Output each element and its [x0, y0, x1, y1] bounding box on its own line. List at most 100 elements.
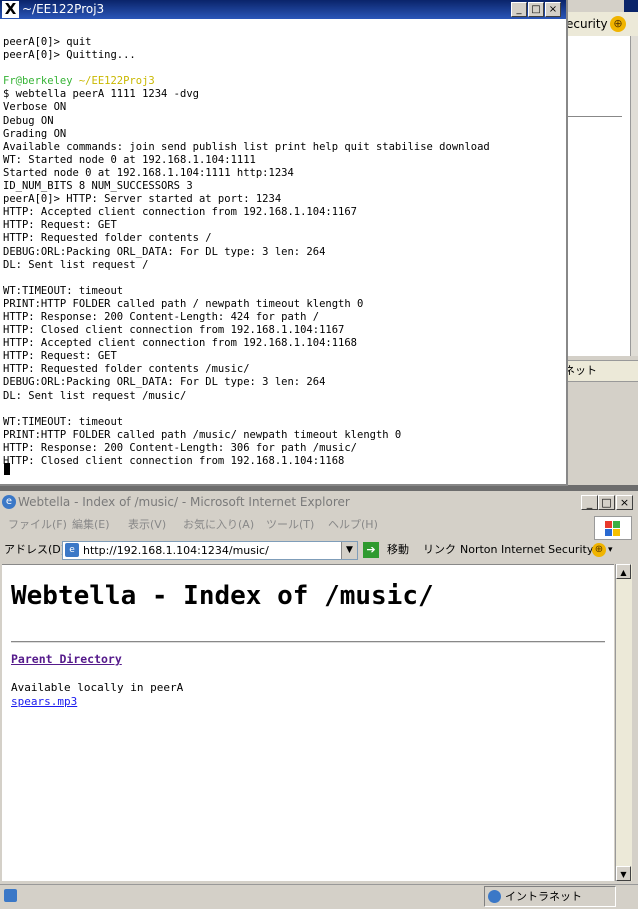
address-bar: アドレス(D) e http://192.168.1.104:1234/musi…: [0, 539, 638, 561]
terminal-line: HTTP: Accepted client connection from 19…: [3, 206, 490, 219]
links-button[interactable]: リンク: [423, 539, 456, 561]
terminal-line: HTTP: Closed client connection from 192.…: [3, 324, 490, 337]
globe-icon[interactable]: ⊕: [592, 543, 606, 557]
terminal-line: HTTP: Closed client connection from 192.…: [3, 455, 490, 468]
terminal-line-text: HTTP: Request: GET: [3, 219, 117, 232]
globe-dropdown-icon[interactable]: ▾: [608, 539, 613, 561]
available-locally-text: Available locally in peerA: [11, 681, 184, 694]
terminal-line-text: HTTP: Requested folder contents /music/: [3, 363, 250, 376]
terminal-line: peerA[0]> Quitting...: [3, 49, 490, 62]
background-toolbar: ecurity ⊕: [560, 12, 638, 37]
menu-favorites[interactable]: お気に入り(A): [183, 515, 254, 535]
terminal-line-text: Fr@berkeley: [3, 75, 79, 88]
terminal-line-text: Debug ON: [3, 114, 54, 127]
browser-window[interactable]: e Webtella - Index of /music/ - Microsof…: [0, 491, 638, 909]
go-label: 移動: [387, 543, 409, 556]
terminal-line: WT:TIMEOUT: timeout: [3, 416, 490, 429]
background-window: ecurity ⊕ ネット: [560, 0, 638, 485]
terminal-line: Grading ON: [3, 128, 490, 141]
menu-edit[interactable]: 編集(E): [72, 515, 110, 535]
terminal-line-text: HTTP: Request: GET: [3, 350, 117, 363]
terminal-line-text: HTTP: Requested folder contents /: [3, 232, 212, 245]
terminal-line-text: WT:TIMEOUT: timeout: [3, 415, 124, 428]
terminal-line-text: Grading ON: [3, 127, 67, 140]
terminal-line-text: DEBUG:ORL:Packing ORL_DATA: For DL type:…: [3, 245, 326, 258]
background-titlebar-fragment: [624, 0, 638, 12]
ie-logo-icon: e: [2, 495, 16, 509]
terminal-line: DL: Sent list request /: [3, 259, 490, 272]
scroll-down-icon[interactable]: ▼: [616, 866, 631, 881]
globe-icon[interactable]: ⊕: [610, 16, 626, 32]
terminal-line: DL: Sent list request /music/: [3, 390, 490, 403]
terminal-output[interactable]: peerA[0]> quit peerA[0]> Quitting... Fr@be…: [3, 36, 490, 468]
background-strip: [560, 384, 638, 392]
terminal-line: Available commands: join send publish li…: [3, 141, 490, 154]
terminal-line-text: peerA[0]> quit: [3, 36, 92, 48]
terminal-line-text: PRINT:HTTP FOLDER called path / newpath …: [3, 297, 364, 310]
terminal-line: $ webtella peerA 1111 1234 -dvg: [3, 88, 490, 101]
vertical-scrollbar[interactable]: ▲ ▼: [615, 564, 632, 881]
windows-logo-icon: [594, 516, 632, 540]
maximize-button[interactable]: □: [528, 2, 544, 17]
menu-file[interactable]: ファイル(F): [8, 515, 67, 535]
status-page-icon: [4, 889, 17, 902]
menu-help[interactable]: ヘルプ(H): [328, 515, 378, 535]
status-bar: イントラネット: [0, 884, 638, 907]
page-heading: Webtella - Index of /music/: [11, 581, 434, 611]
terminal-line-text: DEBUG:ORL:Packing ORL_DATA: For DL type:…: [3, 376, 326, 389]
page-icon: e: [65, 543, 79, 557]
terminal-line-text: peerA[0]> Quitting...: [3, 49, 136, 62]
terminal-line-text: HTTP: Response: 200 Content-Length: 306 …: [3, 441, 358, 454]
terminal-line: HTTP: Requested folder contents /music/: [3, 363, 490, 376]
close-button[interactable]: ×: [545, 2, 561, 17]
terminal-line: WT: Started node 0 at 192.168.1.104:1111: [3, 154, 490, 167]
parent-directory-link[interactable]: Parent Directory: [11, 652, 122, 666]
address-label: アドレス(D): [4, 543, 66, 556]
background-scrollbar[interactable]: [630, 36, 638, 356]
background-toolbar-text: ecurity: [566, 17, 608, 31]
scroll-up-icon[interactable]: ▲: [616, 564, 631, 579]
browser-maximize-button[interactable]: □: [598, 495, 615, 510]
terminal-line: Fr@berkeley ~/EE122Proj3: [3, 75, 490, 88]
norton-toolbar-label[interactable]: Norton Internet Security: [460, 539, 593, 561]
file-link[interactable]: spears.mp3: [11, 695, 77, 708]
security-zone: イントラネット: [484, 886, 616, 907]
terminal-line: HTTP: Accepted client connection from 19…: [3, 337, 490, 350]
go-button[interactable]: ➔ 移動: [363, 541, 413, 559]
terminal-line-text: HTTP: Response: 200 Content-Length: 424 …: [3, 310, 320, 323]
address-input[interactable]: e http://192.168.1.104:1234/music/ ▼: [62, 541, 358, 560]
minimize-button[interactable]: _: [511, 2, 527, 17]
background-statusbar: ネット: [560, 360, 638, 382]
x-logo-icon[interactable]: X: [2, 1, 19, 18]
terminal-line-text: peerA[0]> HTTP: Server started at port: …: [3, 193, 282, 206]
terminal-line: PRINT:HTTP FOLDER called path / newpath …: [3, 298, 490, 311]
terminal-line-text: DL: Sent list request /music/: [3, 389, 187, 402]
terminal-line: Started node 0 at 192.168.1.104:1111 htt…: [3, 167, 490, 180]
menu-tools[interactable]: ツール(T): [266, 515, 314, 535]
address-dropdown-icon[interactable]: ▼: [341, 542, 357, 559]
menu-view[interactable]: 表示(V): [128, 515, 166, 535]
terminal-window[interactable]: X ~/EE122Proj3 _ □ × peerA[0]> quit peerA…: [0, 0, 568, 486]
terminal-line-text: Started node 0 at 192.168.1.104:1111 htt…: [3, 166, 294, 179]
terminal-line: Debug ON: [3, 115, 490, 128]
browser-minimize-button[interactable]: _: [581, 495, 598, 510]
security-zone-label: イントラネット: [505, 890, 582, 903]
terminal-line-text: ID_NUM_BITS 8 NUM_SUCCESSORS 3: [3, 180, 193, 193]
terminal-line: DEBUG:ORL:Packing ORL_DATA: For DL type:…: [3, 376, 490, 389]
terminal-line: WT:TIMEOUT: timeout: [3, 285, 490, 298]
terminal-line-text: Verbose ON: [3, 101, 67, 114]
intranet-icon: [488, 890, 501, 903]
horizontal-rule: [11, 641, 605, 643]
terminal-cursor: [4, 463, 10, 475]
terminal-line-text: HTTP: Closed client connection from 192.…: [3, 324, 345, 337]
browser-title: Webtella - Index of /music/ - Microsoft …: [18, 495, 350, 509]
browser-titlebar[interactable]: e Webtella - Index of /music/ - Microsof…: [0, 491, 638, 513]
terminal-line-text: WT: Started node 0 at 192.168.1.104:1111: [3, 153, 256, 166]
terminal-titlebar[interactable]: X ~/EE122Proj3 _ □ ×: [0, 0, 566, 19]
terminal-line-text: DL: Sent list request /: [3, 258, 149, 271]
terminal-line-text: HTTP: Closed client connection from 192.…: [3, 455, 345, 467]
terminal-line-text: HTTP: Accepted client connection from 19…: [3, 337, 358, 350]
browser-close-button[interactable]: ×: [616, 495, 633, 510]
